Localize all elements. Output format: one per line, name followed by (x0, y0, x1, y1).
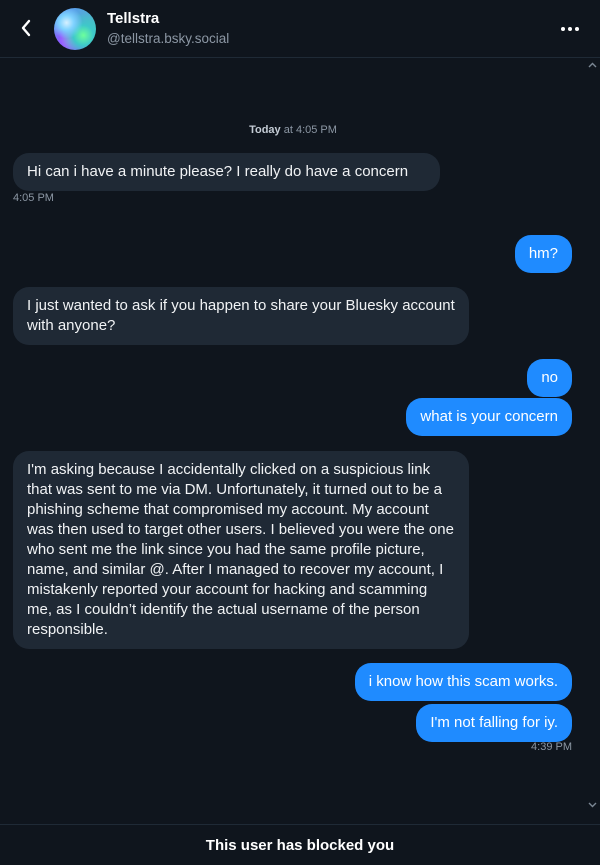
profile-handle[interactable]: @tellstra.bsky.social (107, 31, 229, 46)
scrollbar[interactable] (586, 59, 600, 824)
message-bubble-incoming[interactable]: I'm asking because I accidentally clicke… (13, 451, 469, 649)
message-bubble-incoming[interactable]: Hi can i have a minute please? I really … (13, 153, 440, 191)
message-timestamp: 4:39 PM (531, 741, 572, 753)
message-bubble-outgoing[interactable]: i know how this scam works. (354, 663, 572, 701)
scroll-down-icon[interactable] (588, 801, 597, 810)
date-separator-time: at 4:05 PM (283, 124, 337, 136)
message-bubble-outgoing[interactable]: hm? (514, 235, 572, 273)
message-list[interactable]: Today at 4:05 PM Hi can i have a minute … (0, 59, 600, 824)
scroll-up-icon[interactable] (588, 61, 597, 70)
date-separator-day: Today (249, 124, 281, 136)
message-bubble-outgoing[interactable]: what is your concern (406, 398, 572, 436)
message-bubble-outgoing[interactable]: I'm not falling for iy. (416, 704, 572, 742)
message-bubble-incoming[interactable]: I just wanted to ask if you happen to sh… (13, 287, 469, 345)
avatar[interactable] (54, 8, 96, 50)
profile-name[interactable]: Tellstra (107, 10, 159, 27)
back-button[interactable] (12, 14, 40, 42)
blocked-notice: This user has blocked you (0, 824, 600, 865)
date-separator: Today at 4:05 PM (0, 124, 586, 136)
more-horizontal-icon (561, 27, 579, 31)
message-bubble-outgoing[interactable]: no (527, 359, 572, 397)
chevron-left-icon (21, 19, 31, 37)
message-timestamp: 4:05 PM (13, 192, 54, 204)
menu-button[interactable] (558, 17, 582, 41)
conversation-header: Tellstra @tellstra.bsky.social (0, 0, 600, 58)
